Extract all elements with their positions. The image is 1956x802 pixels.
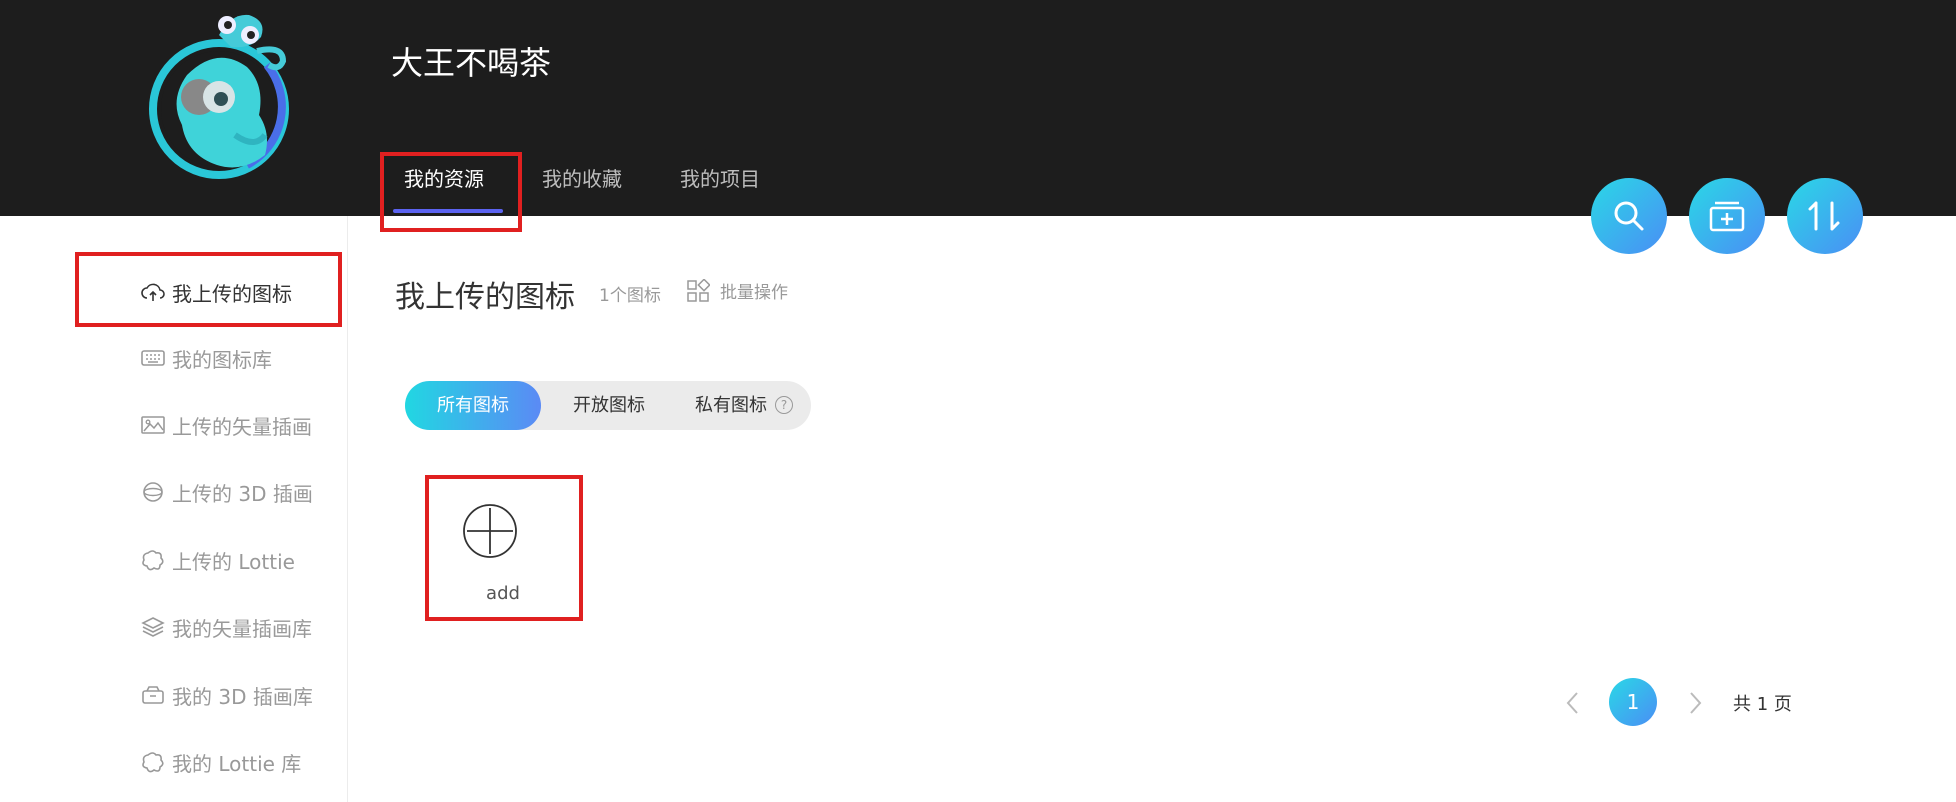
upload-cloud-icon: [141, 283, 165, 301]
highlight-box-tab: [380, 152, 522, 232]
lottie-icon: [142, 752, 164, 773]
chevron-right-icon: [1690, 692, 1702, 714]
icon-count: 1个图标: [599, 286, 661, 306]
highlight-box-add: [425, 475, 583, 621]
prev-page-button[interactable]: [1558, 683, 1588, 723]
lottie-icon: [142, 550, 164, 571]
box-icon: [142, 686, 164, 704]
sort-icon: [1808, 201, 1840, 231]
filter-label: 私有图标: [695, 395, 767, 416]
page-total: 共 1 页: [1733, 694, 1792, 715]
image-icon: [141, 416, 165, 434]
sidebar-item-uploaded-icons[interactable]: 我上传的图标: [140, 272, 292, 312]
header-bar: 大王不喝茶 我的资源 我的收藏 我的项目: [0, 0, 1956, 216]
sidebar-item-icon-library[interactable]: 我的图标库: [140, 338, 272, 378]
next-page-button[interactable]: [1680, 683, 1710, 723]
sort-button[interactable]: [1787, 178, 1863, 254]
keyboard-icon: [141, 350, 165, 366]
filter-all-icons[interactable]: 所有图标: [405, 381, 541, 430]
sidebar-item-label: 上传的矢量插画: [172, 414, 312, 439]
page-title: 我上传的图标: [395, 280, 575, 315]
search-icon: [1614, 201, 1644, 231]
add-to-library-icon: [1709, 201, 1745, 232]
sidebar-item-label: 我的矢量插画库: [172, 616, 312, 641]
sidebar-item-lottie-library[interactable]: 我的 Lottie 库: [140, 742, 301, 782]
sidebar-item-label: 我的 3D 插画库: [172, 684, 313, 709]
chevron-left-icon: [1566, 692, 1578, 714]
batch-operation-button[interactable]: 批量操作: [686, 278, 788, 303]
sidebar-item-label: 我的图标库: [172, 347, 272, 372]
sidebar-item-uploaded-3d[interactable]: 上传的 3D 插画: [140, 472, 313, 512]
avatar[interactable]: [147, 5, 299, 183]
search-button[interactable]: [1591, 178, 1667, 254]
sidebar-item-vector-library[interactable]: 我的矢量插画库: [140, 607, 312, 647]
filter-label: 所有图标: [437, 395, 509, 416]
filter-public-icons[interactable]: 开放图标: [541, 381, 677, 430]
sidebar-item-label: 上传的 Lottie: [172, 549, 295, 574]
help-icon[interactable]: ?: [775, 396, 793, 414]
batch-label: 批量操作: [720, 283, 788, 303]
layers-icon: [141, 617, 165, 637]
username: 大王不喝茶: [391, 44, 552, 82]
add-to-library-button[interactable]: [1689, 178, 1765, 254]
sidebar-item-uploaded-lottie[interactable]: 上传的 Lottie: [140, 540, 295, 580]
sidebar-item-label: 我的 Lottie 库: [172, 751, 302, 776]
sphere-icon: [143, 482, 163, 502]
page-number-button[interactable]: 1: [1609, 678, 1657, 726]
sidebar-item-uploaded-vector[interactable]: 上传的矢量插画: [140, 405, 312, 445]
sidebar-item-label: 我上传的图标: [172, 281, 292, 306]
filter-private-icons[interactable]: 私有图标?: [677, 381, 811, 430]
sidebar-item-label: 上传的 3D 插画: [172, 481, 313, 506]
tab-label: 我的收藏: [542, 167, 622, 191]
tab-my-projects[interactable]: 我的项目: [680, 152, 760, 216]
batch-icon: [687, 278, 710, 302]
visibility-filter: 所有图标 开放图标 私有图标?: [405, 381, 811, 430]
tab-my-favorites[interactable]: 我的收藏: [542, 152, 622, 216]
sidebar-item-3d-library[interactable]: 我的 3D 插画库: [140, 675, 313, 715]
tab-label: 我的项目: [680, 167, 760, 191]
filter-label: 开放图标: [573, 395, 645, 416]
